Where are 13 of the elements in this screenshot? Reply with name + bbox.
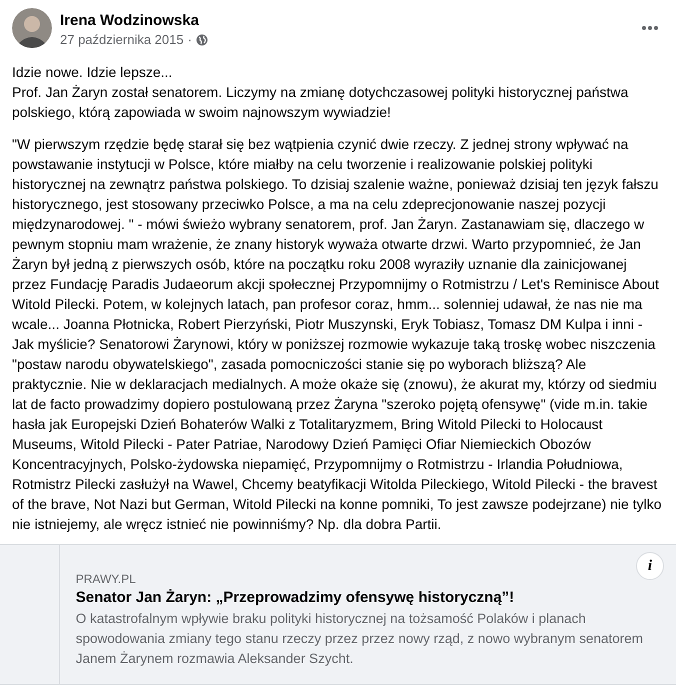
more-options-icon[interactable] — [642, 26, 658, 30]
post-text-line: Prof. Jan Żaryn został senatorem. Liczymy na zmianę dotychczasowej polityki historycznej państwa polskiego, którą zapowiada w swoim najnowszym wywiadzie! — [12, 83, 630, 122]
author-name[interactable]: Irena Wodzinowska — [60, 11, 208, 31]
link-title[interactable]: Senator Jan Żaryn: „Przeprowadzimy ofensywę historyczną”! — [76, 587, 664, 609]
post-paragraph: "W pierwszym rzędzie będę starał się bez wątpienia czynić dwie rzeczy. Z jednej strony wpływać na powstawanie instytucji w Polsce, które miałby na celu tworzenie i realizowanie polskiej polityki historycznej na zewnątrz państwa polskiego. To dzisiaj szalenie ważne, ponieważ dzisiaj ten język fałszu historycznego, jest stosowany przeciwko Polsce, a ma na celu zdeprecjonowanie naszej pozycji międzynarodowej. " - mówi świeżo wybrany senatorem, prof. Jan Żaryn. Zastanawiam się, dlaczego w pewnym stopniu mam wrażenie, że znany historyk wyważa otwarte drzwi. Warto przypomnieć, że Jan Żaryn był jedną z pierwszych osób, które na początku roku 2008 wyraziły uznanie dla zainicjowanej przez Fundację Paradis Judaeorum akcji społecznej Przypomnijmy o Rotmistrzu / Let's Reminisce About Witold Pilecki. Potem, w kolejnych latach, pan profesor coraz, hmm... solenniej udawał, że nas nie ma wcale... Joanna Płotnicka, Robert Pierzyński, Piotr Muszynski, Eryk Tobiasz, Tomasz DM Kulpa i inni - Jak myślicie? Senatorowi Żarynowi, który w poniższej rozmowie wykazuje taką troskę wobec niszczenia "postaw narodu obywatelskiego", zasada pomocniczości stanie się po wyborach bliższą? Ale praktycznie. Nie w deklaracjach medialnych. A może okaże się (znowu), że akurat my, którzy od siedmiu lat de facto prowadzimy dopiero postulowaną przez Żaryna "szeroko pojętą ofensywę" (vide m.in. takie hasła jak Europejski Dzień Bohaterów Walki z Totalitaryzmem, Bring Witold Pilecki to Holocaust Museums, Witold Pilecki - Pater Patriae, Narodowy Dzień Pamięci Ofiar Niemieckich Obozów Koncentracyjnych, Polsko-żydowska niepamięć, Przypomnijmy o Rotmistrzu - Irlandia Południowa, Rotmistrz Pilecki zasłużył na Wawel, Chcemy beatyfikacji Witolda Pileckiego, Witold Pilecki - the bravest of the brave, Not Nazi but German, Witold Pilecki na konne pomniki, To jest zawsze podejrzane) nie tylko nie istniejemy, ale wręcz istnieć nie powinniśmy? Np. dla dobra Partii. — [12, 135, 662, 534]
post-date[interactable]: 27 października 2015 — [60, 31, 184, 49]
link-preview-card[interactable] — [0, 544, 676, 685]
info-button[interactable]: i — [636, 552, 664, 580]
separator: · — [188, 31, 192, 49]
link-domain: PRAWY.PL — [76, 571, 137, 587]
post-text-line: Idzie nowe. Idzie lepsze... — [12, 63, 174, 82]
link-description: O katastrofalnym wpływie braku polityki historycznej na tożsamość Polaków i planach spowodowania zmiany tego stanu rzeczy przez przez nowy rząd, z nowo wybranym senatorem Janem Żarynem rozmawia Aleksander Szycht. — [76, 610, 644, 668]
globe-icon — [196, 34, 208, 46]
